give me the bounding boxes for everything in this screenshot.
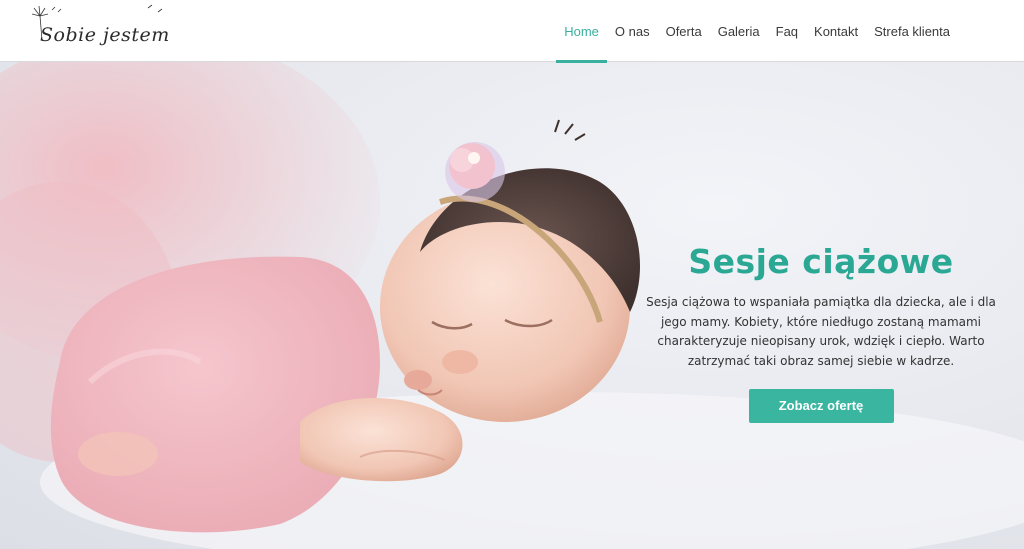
active-indicator — [556, 60, 607, 63]
hero-banner: Sesje ciążowe Sesja ciążowa to wspaniała… — [0, 62, 1024, 549]
hero-title: Sesje ciążowe — [688, 242, 954, 281]
nav-faq[interactable]: Faq — [768, 0, 806, 62]
nav-kontakt[interactable]: Kontakt — [806, 0, 866, 62]
site-logo[interactable]: Sobie jestem — [28, 2, 178, 58]
nav-oferta-label: Oferta — [665, 23, 702, 39]
nav-o-nas-label: O nas — [614, 23, 650, 39]
site-header: Sobie jestem Home O nas Oferta Galeria F… — [0, 0, 1024, 63]
nav-galeria[interactable]: Galeria — [710, 0, 768, 62]
see-offer-button[interactable]: Zobacz ofertę — [748, 389, 894, 423]
nav-home-label: Home — [564, 23, 599, 39]
nav-kontakt-label: Kontakt — [814, 23, 859, 39]
main-nav: Home O nas Oferta Galeria Faq Kontakt St… — [556, 0, 958, 63]
hero-description: Sesja ciążowa to wspaniała pamiątka dla … — [646, 295, 996, 368]
nav-strefa-klienta-label: Strefa klienta — [874, 23, 950, 39]
nav-faq-label: Faq — [775, 23, 799, 39]
logo-text: Sobie jestem — [40, 24, 170, 46]
nav-galeria-label: Galeria — [717, 23, 760, 39]
nav-strefa-klienta[interactable]: Strefa klienta — [866, 0, 958, 62]
nav-home[interactable]: Home — [556, 0, 607, 63]
hero-content: Sesje ciążowe Sesja ciążowa to wspaniała… — [640, 242, 1002, 423]
nav-oferta[interactable]: Oferta — [658, 0, 710, 62]
nav-o-nas[interactable]: O nas — [607, 0, 658, 62]
